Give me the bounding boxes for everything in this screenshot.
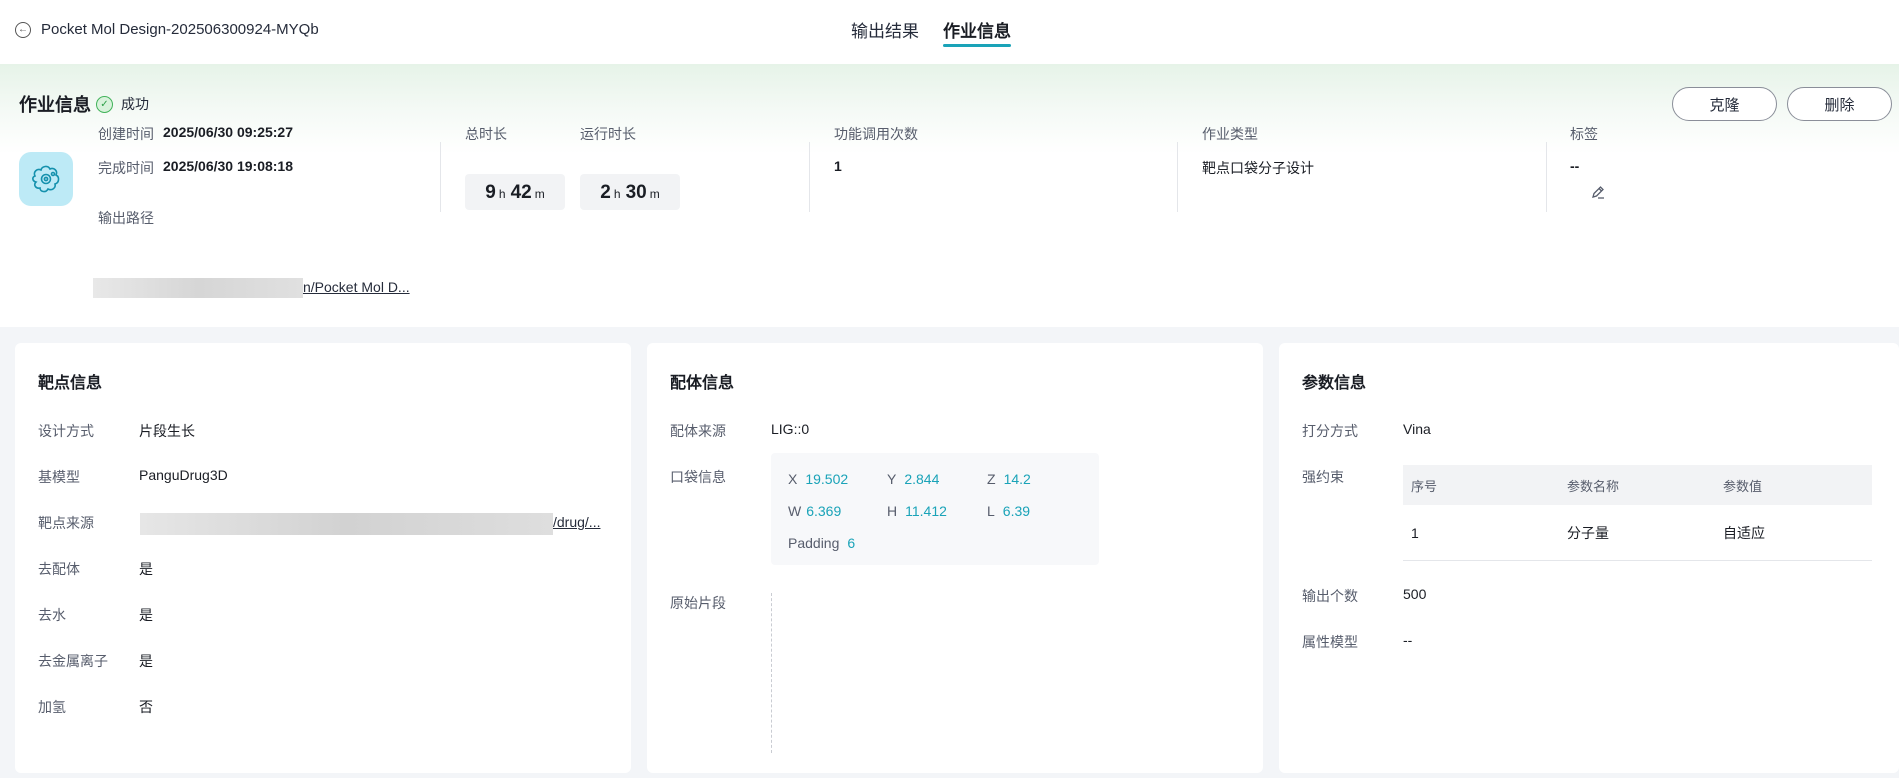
finished-time-label: 完成时间	[98, 160, 154, 176]
design-method-label: 设计方式	[38, 423, 94, 439]
output-path-label: 输出路径	[98, 210, 154, 226]
property-model-label: 属性模型	[1302, 634, 1358, 650]
output-path-link[interactable]: n/Pocket Mol D...	[303, 279, 410, 295]
tab-bar: 输出结果 作业信息	[851, 0, 1011, 64]
created-time-value: 2025/06/30 09:25:27	[163, 124, 293, 140]
pocket-w: W 6.369	[788, 503, 842, 519]
back-link[interactable]: ← Pocket Mol Design-202506300924-MYQb	[15, 21, 319, 38]
divider	[440, 142, 441, 212]
remove-ligand-value: 是	[139, 561, 153, 577]
pocket-h: H 11.412	[887, 503, 947, 519]
ligand-source-value: LIG::0	[771, 421, 810, 437]
target-source-label: 靶点来源	[38, 515, 94, 531]
base-model-label: 基模型	[38, 469, 80, 485]
target-info-title: 靶点信息	[38, 375, 103, 392]
divider	[1546, 142, 1547, 212]
fragment-viewer-area	[771, 593, 772, 753]
tag-label: 标签	[1570, 126, 1598, 142]
top-bar: ← Pocket Mol Design-202506300924-MYQb 输出…	[0, 0, 1899, 64]
tab-job-info[interactable]: 作业信息	[943, 0, 1011, 64]
pocket-z: Z 14.2	[987, 471, 1031, 487]
delete-button[interactable]: 删除	[1787, 87, 1892, 121]
scoring-method-label: 打分方式	[1302, 423, 1358, 439]
pocket-info-label: 口袋信息	[670, 469, 726, 485]
target-source-link[interactable]: /drug/...	[553, 514, 600, 530]
ligand-source-label: 配体来源	[670, 423, 726, 439]
edit-pencil-icon[interactable]	[1590, 184, 1606, 200]
constraint-table: 序号 参数名称 参数值 1 分子量 自适应	[1403, 465, 1872, 561]
output-count-label: 输出个数	[1302, 588, 1358, 604]
call-count-value: 1	[834, 158, 842, 174]
total-duration-label: 总时长	[465, 126, 507, 142]
tag-value: --	[1570, 158, 1580, 174]
remove-metal-label: 去金属离子	[38, 653, 108, 669]
cell-param-value: 自适应	[1723, 524, 1765, 541]
add-hydrogen-label: 加氢	[38, 699, 66, 715]
total-duration-value: 9h 42 m	[465, 174, 565, 210]
tab-output-results[interactable]: 输出结果	[851, 0, 919, 64]
divider	[809, 142, 810, 212]
back-arrow-icon[interactable]: ←	[15, 21, 31, 38]
base-model-value: PanguDrug3D	[139, 467, 228, 483]
output-count-value: 500	[1403, 586, 1427, 602]
table-header: 序号 参数名称 参数值	[1403, 465, 1872, 505]
remove-water-label: 去水	[38, 607, 66, 623]
scoring-method-value: Vina	[1403, 421, 1431, 437]
pocket-y: Y 2.844	[887, 471, 940, 487]
target-source-redacted	[140, 513, 553, 535]
output-path-redacted	[93, 278, 303, 298]
col-param-value-header: 参数值	[1723, 478, 1763, 494]
param-info-card: 参数信息 打分方式 Vina 强约束 序号 参数名称 参数值 1 分子量 自适应…	[1279, 343, 1899, 773]
clone-button[interactable]: 克隆	[1672, 87, 1777, 121]
run-duration-value: 2h 30 m	[580, 174, 680, 210]
add-hydrogen-value: 否	[139, 699, 153, 715]
remove-water-value: 是	[139, 607, 153, 623]
original-fragment-label: 原始片段	[670, 595, 726, 611]
job-info-panel: 作业信息 ✓ 成功 克隆 删除 创建时间 2025/06/30 09:25:27…	[0, 64, 1899, 327]
job-name: Pocket Mol Design-202506300924-MYQb	[41, 21, 319, 38]
pocket-l: L 6.39	[987, 503, 1031, 519]
hard-constraint-label: 强约束	[1302, 469, 1344, 485]
pocket-padding: Padding 6	[788, 535, 856, 551]
pocket-x: X 19.502	[788, 471, 849, 487]
job-type-label: 作业类型	[1202, 126, 1258, 142]
molecule-gear-icon	[19, 152, 73, 206]
target-info-card: 靶点信息 设计方式 片段生长 基模型 PanguDrug3D 靶点来源 /dru…	[15, 343, 631, 773]
pocket-info-box: X 19.502 Y 2.844 Z 14.2 W 6.369 H 11.412 L 6.3…	[771, 453, 1099, 565]
param-info-title: 参数信息	[1302, 375, 1367, 392]
divider	[1177, 142, 1178, 212]
remove-metal-value: 是	[139, 653, 153, 669]
job-info-title: 作业信息	[19, 95, 91, 115]
design-method-value: 片段生长	[139, 423, 195, 439]
success-check-icon: ✓	[96, 95, 113, 113]
property-model-value: --	[1403, 632, 1413, 648]
job-type-value: 靶点口袋分子设计	[1202, 160, 1314, 176]
status-badge: ✓ 成功	[96, 94, 149, 114]
ligand-info-title: 配体信息	[670, 375, 735, 392]
created-time-label: 创建时间	[98, 126, 154, 142]
cell-param-name: 分子量	[1567, 524, 1609, 541]
call-count-label: 功能调用次数	[834, 126, 918, 142]
table-row: 1 分子量 自适应	[1403, 505, 1872, 561]
ligand-info-card: 配体信息 配体来源 LIG::0 口袋信息 X 19.502 Y 2.844 Z 14…	[647, 343, 1263, 773]
col-param-name-header: 参数名称	[1567, 478, 1620, 494]
status-text: 成功	[121, 96, 149, 112]
col-index-header: 序号	[1411, 478, 1438, 494]
finished-time-value: 2025/06/30 19:08:18	[163, 158, 293, 174]
run-duration-label: 运行时长	[580, 126, 636, 142]
remove-ligand-label: 去配体	[38, 561, 80, 577]
cell-index: 1	[1411, 524, 1419, 541]
